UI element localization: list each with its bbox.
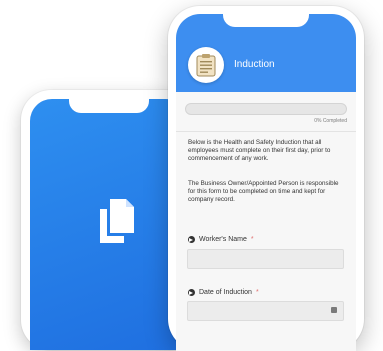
date-of-induction-input[interactable] bbox=[187, 301, 344, 321]
intro-paragraph: Below is the Health and Safety Induction… bbox=[188, 139, 331, 162]
front-phone-notch bbox=[223, 14, 309, 27]
front-phone: Induction 0% Completed Below is the Heal… bbox=[168, 6, 364, 351]
page-title: Induction bbox=[234, 59, 275, 70]
progress-label: 0% Completed bbox=[314, 118, 347, 124]
required-mark: * bbox=[250, 236, 254, 243]
date-of-induction-label-text: Date of Induction bbox=[199, 289, 252, 296]
front-phone-screen: Induction 0% Completed Below is the Heal… bbox=[176, 14, 356, 351]
workers-name-label: Worker's Name * bbox=[188, 236, 254, 243]
arrow-circle-icon bbox=[188, 236, 195, 243]
documents-icon bbox=[100, 199, 134, 243]
progress-bar bbox=[185, 103, 347, 115]
required-mark: * bbox=[255, 289, 259, 296]
divider bbox=[176, 131, 356, 132]
workers-name-label-text: Worker's Name bbox=[199, 236, 247, 243]
workers-name-input[interactable] bbox=[187, 249, 344, 269]
clipboard-icon bbox=[188, 47, 224, 83]
date-of-induction-label: Date of Induction * bbox=[188, 289, 259, 296]
back-phone-notch bbox=[69, 99, 149, 113]
intro-paragraph: The Business Owner/Appointed Person is r… bbox=[188, 180, 339, 203]
calendar-icon[interactable] bbox=[331, 307, 337, 313]
arrow-circle-icon bbox=[188, 289, 195, 296]
back-phone-screen bbox=[30, 99, 188, 350]
